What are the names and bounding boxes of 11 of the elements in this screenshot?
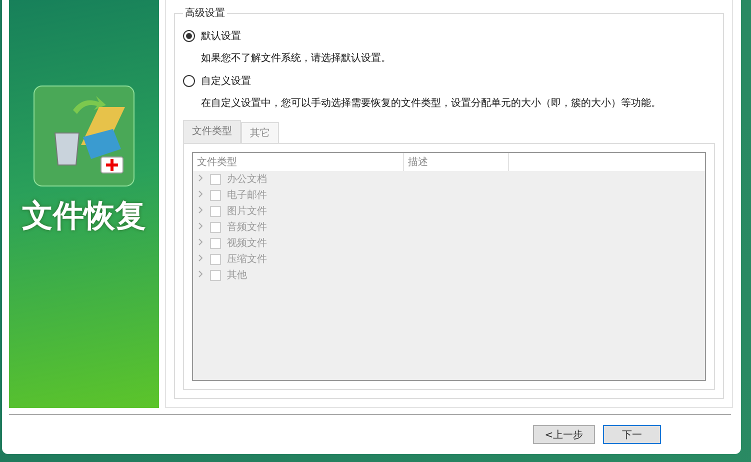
radio-option[interactable]: 默认设置 — [183, 29, 715, 43]
radio-option[interactable]: 自定义设置 — [183, 74, 715, 88]
tab[interactable]: 文件类型 — [183, 120, 241, 143]
file-recovery-logo-icon — [33, 85, 135, 187]
option-description: 如果您不了解文件系统，请选择默认设置。 — [201, 52, 392, 65]
back-button[interactable]: <上一步 — [533, 425, 595, 444]
tab[interactable]: 其它 — [241, 122, 279, 143]
option-description: 在自定义设置中，您可以手动选择需要恢复的文件类型，设置分配单元的大小（即，簇的大小）等功能。 — [201, 96, 662, 110]
group-title: 高级设置 — [184, 6, 226, 20]
sidebar-title: 文件恢复 — [22, 197, 146, 236]
next-button[interactable]: 下一 — [603, 425, 661, 444]
